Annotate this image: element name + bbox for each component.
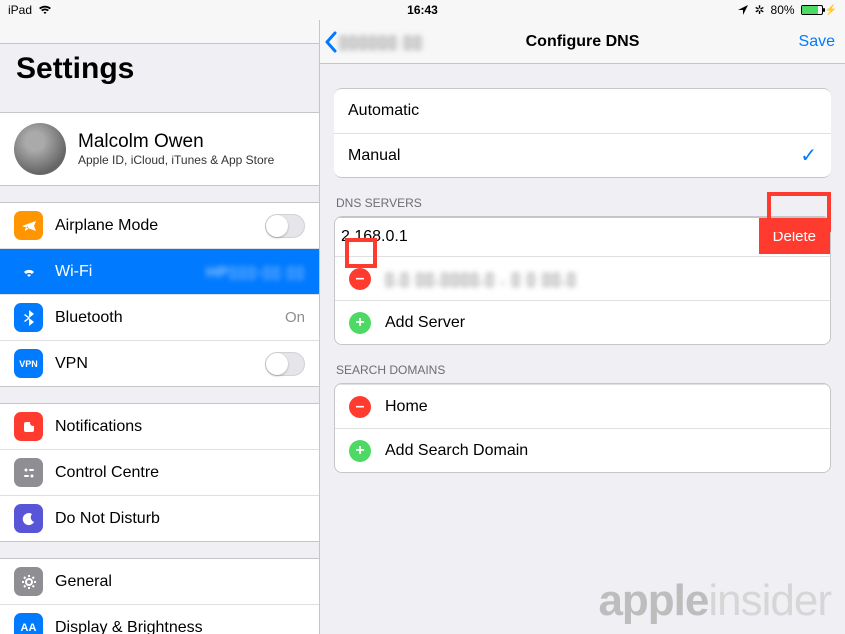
notifications-cell[interactable]: Notifications — [0, 404, 319, 449]
back-label: ▯▯▯▯▯▯ ▯▯ — [339, 32, 423, 52]
wifi-ssid: HP▯▯▯-▯▯ ▯▯ — [206, 263, 305, 281]
location-icon — [738, 5, 748, 15]
bluetooth-value: On — [285, 309, 305, 326]
dnd-cell[interactable]: Do Not Disturb — [0, 495, 319, 541]
profile-name: Malcolm Owen — [78, 131, 274, 153]
battery-icon: ⚡ — [801, 5, 837, 16]
general-cell[interactable]: General — [0, 559, 319, 604]
notifications-icon — [14, 412, 43, 441]
add-search-domain-cell[interactable]: + Add Search Domain — [335, 428, 830, 472]
dns-mode-group: Automatic Manual ✓ — [334, 88, 831, 178]
vpn-cell[interactable]: VPN VPN — [0, 340, 319, 386]
dns-servers-header: DNS SERVERS — [320, 178, 845, 216]
bluetooth-cell[interactable]: Bluetooth On — [0, 294, 319, 340]
bluetooth-label: Bluetooth — [55, 309, 285, 327]
notifications-label: Notifications — [55, 418, 305, 436]
vpn-label: VPN — [55, 355, 265, 373]
display-icon: AA — [14, 613, 43, 634]
airplane-toggle[interactable] — [265, 214, 305, 238]
control-centre-cell[interactable]: Control Centre — [0, 449, 319, 495]
add-search-domain-label: Add Search Domain — [385, 442, 816, 460]
watermark: appleinsider — [598, 576, 831, 626]
settings-sidebar: Settings Malcolm Owen Apple ID, iCloud, … — [0, 20, 320, 634]
delete-button[interactable]: Delete — [759, 218, 830, 254]
control-centre-label: Control Centre — [55, 464, 305, 482]
search-domain-label: Home — [385, 398, 816, 416]
general-group: General AA Display & Brightness Wallpape… — [0, 558, 319, 634]
manual-cell[interactable]: Manual ✓ — [334, 133, 831, 177]
add-server-label: Add Server — [385, 314, 816, 332]
time-label: 16:43 — [407, 3, 438, 17]
dnd-label: Do Not Disturb — [55, 510, 305, 528]
watermark-b: insider — [708, 576, 831, 625]
back-button[interactable]: ▯▯▯▯▯▯ ▯▯ — [324, 31, 423, 53]
dns-servers-group: 2.168.0.1 Delete – ▯.▯ ▯▯.▯▯▯▯.▯ . ▯ ▯ ▯… — [334, 216, 831, 345]
connectivity-group: Airplane Mode Wi-Fi HP▯▯▯-▯▯ ▯▯ Bluetoot… — [0, 202, 319, 387]
device-label: iPad — [8, 3, 32, 17]
configure-dns-panel: ▯▯▯▯▯▯ ▯▯ Configure DNS Save Automatic M… — [320, 20, 845, 634]
dns-row-open[interactable]: 2.168.0.1 Delete — [335, 217, 830, 256]
display-label: Display & Brightness — [55, 619, 305, 634]
bluetooth-settings-icon — [14, 303, 43, 332]
check-icon: ✓ — [800, 143, 817, 168]
dns-ip[interactable]: 2.168.0.1 — [335, 218, 759, 256]
search-domains-header: SEARCH DOMAINS — [320, 345, 845, 383]
detail-navbar: ▯▯▯▯▯▯ ▯▯ Configure DNS Save — [320, 20, 845, 64]
dns-value-blurred: ▯.▯ ▯▯.▯▯▯▯.▯ . ▯ ▯ ▯▯.▯ — [385, 269, 816, 289]
airplane-icon — [14, 211, 43, 240]
automatic-label: Automatic — [348, 102, 817, 120]
control-centre-icon — [14, 458, 43, 487]
remove-icon[interactable]: – — [349, 396, 371, 418]
page-title: Settings — [0, 44, 319, 100]
notifications-group: Notifications Control Centre Do Not Dist… — [0, 403, 319, 542]
add-server-cell[interactable]: + Add Server — [335, 300, 830, 344]
airplane-label: Airplane Mode — [55, 217, 265, 235]
moon-icon — [14, 504, 43, 533]
manual-label: Manual — [348, 147, 800, 165]
airplane-mode-cell[interactable]: Airplane Mode — [0, 203, 319, 248]
profile-subtitle: Apple ID, iCloud, iTunes & App Store — [78, 153, 274, 167]
battery-label: 80% — [771, 3, 795, 17]
gear-icon — [14, 567, 43, 596]
search-domain-row[interactable]: – Home — [335, 384, 830, 428]
automatic-cell[interactable]: Automatic — [334, 89, 831, 133]
detail-title: Configure DNS — [526, 33, 640, 51]
remove-icon[interactable]: – — [349, 268, 371, 290]
vpn-icon: VPN — [14, 349, 43, 378]
watermark-a: apple — [598, 576, 708, 625]
chevron-left-icon — [324, 31, 337, 53]
search-domains-group: – Home + Add Search Domain — [334, 383, 831, 473]
wifi-icon — [38, 5, 52, 15]
save-button[interactable]: Save — [799, 33, 835, 51]
bluetooth-icon: ✲ — [754, 3, 764, 17]
status-bar: iPad 16:43 ✲ 80% ⚡ — [0, 0, 845, 20]
add-icon[interactable]: + — [349, 312, 371, 334]
wifi-label: Wi-Fi — [55, 263, 206, 281]
avatar — [14, 123, 66, 175]
general-label: General — [55, 573, 305, 591]
dns-row[interactable]: – ▯.▯ ▯▯.▯▯▯▯.▯ . ▯ ▯ ▯▯.▯ — [335, 256, 830, 300]
wifi-cell[interactable]: Wi-Fi HP▯▯▯-▯▯ ▯▯ — [0, 248, 319, 294]
wifi-settings-icon — [14, 257, 43, 286]
add-icon[interactable]: + — [349, 440, 371, 462]
apple-id-cell[interactable]: Malcolm Owen Apple ID, iCloud, iTunes & … — [0, 112, 319, 186]
vpn-toggle[interactable] — [265, 352, 305, 376]
display-cell[interactable]: AA Display & Brightness — [0, 604, 319, 634]
